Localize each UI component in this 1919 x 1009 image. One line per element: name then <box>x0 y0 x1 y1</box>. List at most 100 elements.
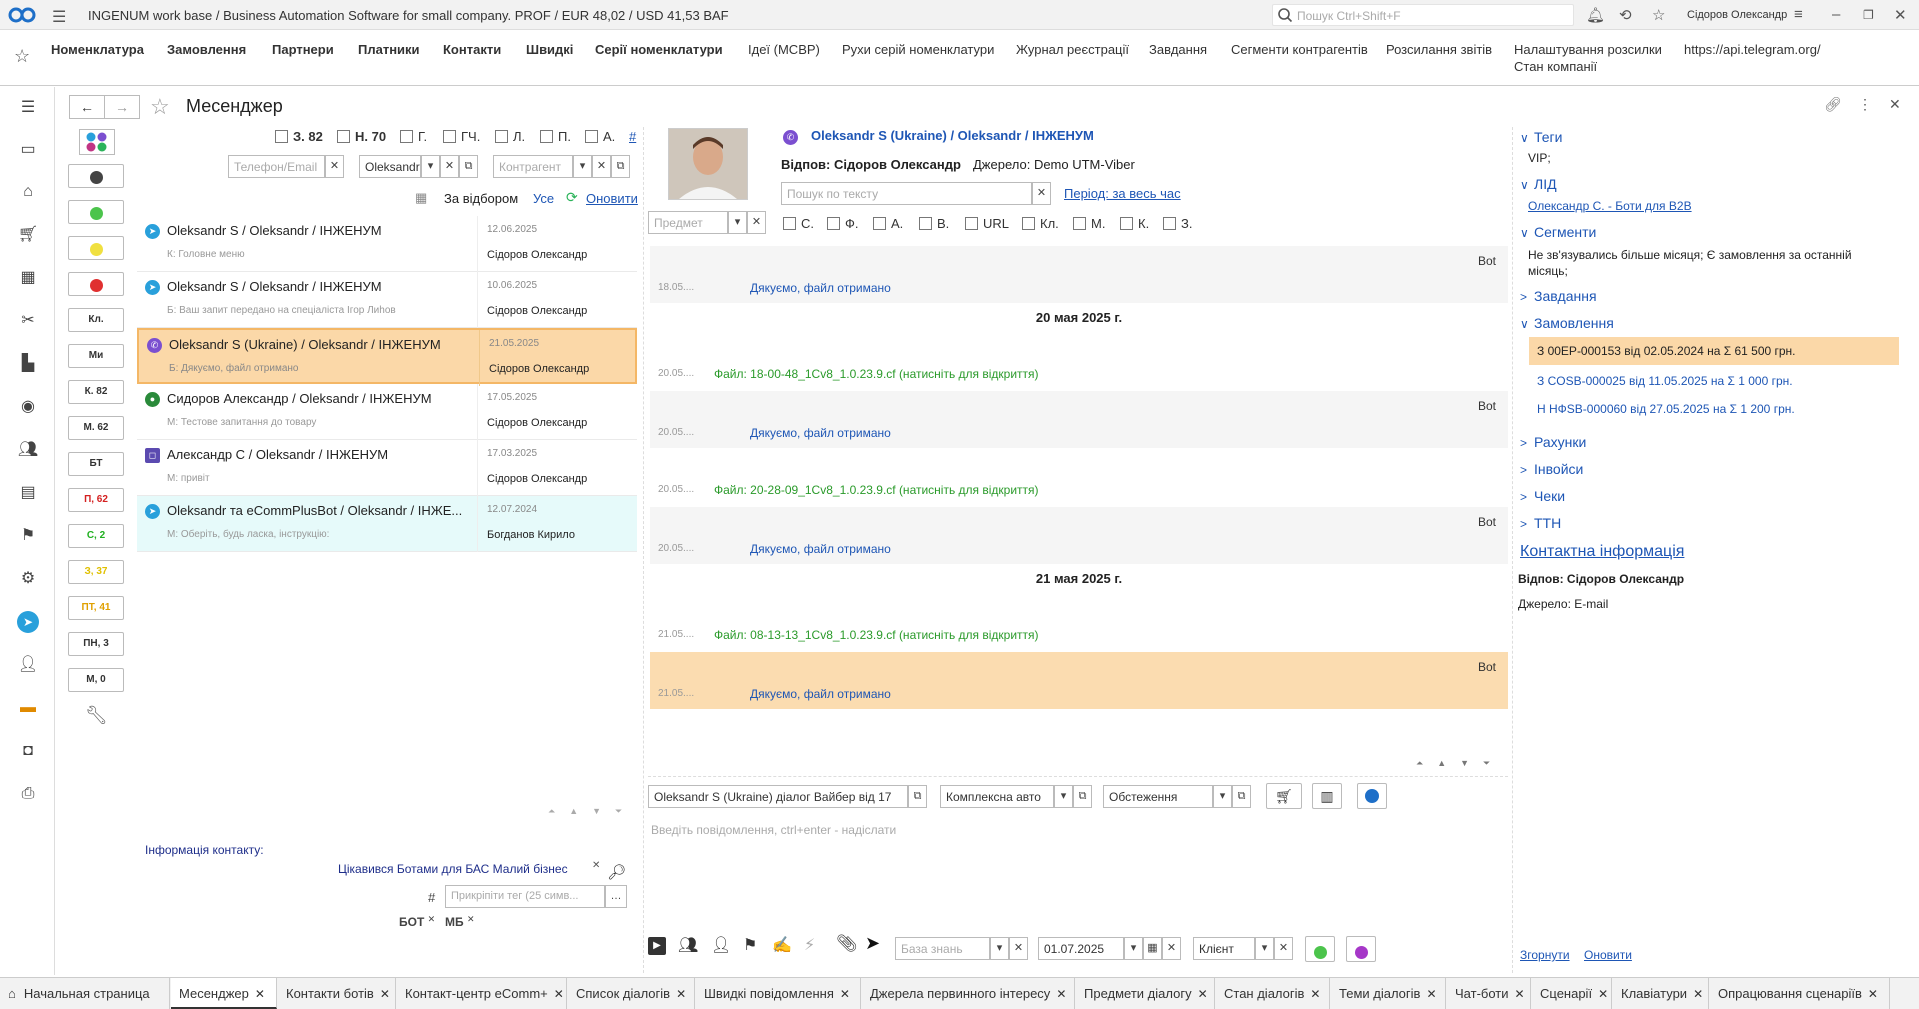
order-row-selected[interactable]: З 00ЕР-000153 від 02.05.2024 на Σ 61 500… <box>1529 337 1899 365</box>
chat-checkbox[interactable]: В. <box>919 216 949 231</box>
chat-checkbox[interactable]: С. <box>783 216 814 231</box>
checkbox-filter[interactable]: Н. 70 <box>337 129 386 144</box>
chat-message-file[interactable]: 20.05.... Файл: 20-28-09_1Cv8_1.0.23.9.c… <box>650 472 1508 507</box>
file-link[interactable]: Файл: 08-13-13_1Cv8_1.0.23.9.cf (натисні… <box>714 628 1039 642</box>
remove-tag-icon[interactable]: ✕ <box>428 914 436 924</box>
columns-button[interactable]: ▥ <box>1312 783 1342 809</box>
main-menu-icon[interactable]: ☰ <box>17 97 39 119</box>
all-link[interactable]: Усе <box>533 191 554 206</box>
nav-item[interactable]: Платники <box>358 42 420 57</box>
manager-dropdown-button[interactable]: ▾ <box>421 155 440 178</box>
basket-icon[interactable]: ⌂ <box>17 181 39 203</box>
tag-input[interactable]: Прикріпіти тег (25 симв... <box>445 885 605 908</box>
checkbox-filter[interactable]: Л. <box>495 129 525 144</box>
receipts-section-header[interactable]: > Чеки <box>1520 488 1565 504</box>
more-icon[interactable]: ⋮ <box>1858 96 1872 113</box>
message-input[interactable]: Введіть повідомлення, ctrl+enter - надіс… <box>651 823 896 837</box>
forward-button[interactable]: → <box>104 95 140 119</box>
tab[interactable]: Швидкі повідомлення ✕ <box>696 978 861 1009</box>
nav-item[interactable]: Журнал реєстрації <box>1016 42 1129 57</box>
remove-tag-icon[interactable]: ✕ <box>467 914 475 924</box>
order-link[interactable]: З COSB-000025 від 11.05.2025 на Σ 1 000 … <box>1537 374 1793 388</box>
clear-kb-button[interactable]: ✕ <box>1009 937 1028 960</box>
chat-message-file[interactable]: 20.05.... Файл: 18-00-48_1Cv8_1.0.23.9.c… <box>650 356 1508 391</box>
phone-email-input[interactable]: Телефон/Email <box>228 155 325 178</box>
tab[interactable]: Предмети діалогу ✕ <box>1076 978 1215 1009</box>
dialog-row[interactable]: ➤ Oleksandr S / Oleksandr / ІНЖЕНУМ К: Г… <box>137 216 637 272</box>
filter-button[interactable]: П, 62 <box>68 488 124 512</box>
filter-button[interactable]: БТ <box>68 452 124 476</box>
by-selection-label[interactable]: За відбором <box>444 191 518 206</box>
status-filter-button[interactable] <box>68 272 124 296</box>
viber-status-button[interactable] <box>1346 936 1376 962</box>
tools-icon[interactable]: ✂ <box>17 310 39 332</box>
cart-button[interactable]: 🛒︎ <box>1266 783 1302 809</box>
tab[interactable]: Джерела первинного інтересу ✕ <box>862 978 1075 1009</box>
tab-home[interactable]: ⌂ Начальная страница <box>0 978 170 1009</box>
dialog-row[interactable]: ● Сидоров Александр / Oleksandr / ІНЖЕНУ… <box>137 384 637 440</box>
clear-role-button[interactable]: ✕ <box>1274 937 1293 960</box>
open-dialog-button[interactable]: ⧉ <box>908 785 927 808</box>
nav-item[interactable]: Стан компанії <box>1514 59 1597 74</box>
filter-button[interactable]: С, 2 <box>68 524 124 548</box>
signature-icon[interactable]: ✍ <box>772 935 792 955</box>
menu-icon[interactable]: ☰ <box>52 7 66 27</box>
knowledge-base-input[interactable]: База знань <box>895 937 990 960</box>
chat-checkbox[interactable]: URL <box>965 216 1009 231</box>
filter-button[interactable]: К. 82 <box>68 380 124 404</box>
tab[interactable]: Список діалогів ✕ <box>568 978 695 1009</box>
close-tab-icon[interactable]: ✕ <box>1426 987 1436 1001</box>
flag-icon[interactable]: ⚑ <box>17 525 39 547</box>
service-dropdown-button[interactable]: ▾ <box>1213 785 1232 808</box>
nav-item[interactable]: Замовлення <box>167 42 246 57</box>
close-tab-icon[interactable]: ✕ <box>1515 987 1525 1001</box>
nav-item[interactable]: Контакти <box>443 42 501 57</box>
hash-filter-link[interactable]: # <box>629 129 636 144</box>
image-icon[interactable]: ▬ <box>17 697 39 719</box>
tab[interactable]: Опрацювання сценаріїв ✕ <box>1710 978 1890 1009</box>
clear-phone-button[interactable]: ✕ <box>325 155 344 178</box>
filter-button[interactable]: ПТ, 41 <box>68 596 124 620</box>
dialog-row[interactable]: ➤ Oleksandr та eCommPlusBot / Oleksandr … <box>137 496 637 552</box>
kb-dropdown-button[interactable]: ▾ <box>990 937 1009 960</box>
list-scroll-controls[interactable]: ⏶▲▼⏷ <box>548 806 636 817</box>
close-tab-icon[interactable]: ✕ <box>1198 987 1208 1001</box>
filter-button[interactable]: М. 62 <box>68 416 124 440</box>
calendar-button[interactable]: ▦ <box>1143 937 1162 960</box>
refresh-link[interactable]: Оновити <box>586 191 638 206</box>
status-filter-button[interactable] <box>68 236 124 260</box>
checkbox-filter[interactable]: Г. <box>400 129 427 144</box>
nav-item[interactable]: Ідеї (МСВР) <box>748 42 820 57</box>
filter-button[interactable]: Кл. <box>68 308 124 332</box>
restore-icon[interactable]: ❐ <box>1863 8 1874 22</box>
tag-select-button[interactable]: … <box>605 885 627 908</box>
green-status-button[interactable] <box>1305 936 1335 962</box>
add-user-icon[interactable]: 👤︎ <box>711 935 731 955</box>
chat-checkbox[interactable]: К. <box>1120 216 1149 231</box>
users-icon[interactable]: 👥︎ <box>17 439 39 461</box>
ttn-section-header[interactable]: > ТТН <box>1520 515 1561 531</box>
nav-item[interactable]: Серії номенклатури <box>595 42 723 57</box>
tab[interactable]: Стан діалогів ✕ <box>1216 978 1330 1009</box>
dialog-row[interactable]: ◻ Александр С / Oleksandr / ІНЖЕНУМ М: п… <box>137 440 637 496</box>
close-tab-icon[interactable]: ✕ <box>676 987 686 1001</box>
close-tab-icon[interactable]: ✕ <box>255 987 265 1001</box>
tab[interactable]: Сценарії ✕ <box>1532 978 1612 1009</box>
checkbox-filter[interactable]: З. 82 <box>275 129 323 144</box>
close-tab-icon[interactable]: ✕ <box>554 987 564 1001</box>
orders-section-header[interactable]: ∨ Замовлення <box>1520 315 1614 331</box>
close-tab-icon[interactable]: ✕ <box>840 987 850 1001</box>
close-tab-icon[interactable]: ✕ <box>1868 987 1878 1001</box>
role-input[interactable]: Клієнт <box>1193 937 1255 960</box>
calendar-icon[interactable]: ▦ <box>415 190 427 206</box>
tab[interactable]: Контакти ботів ✕ <box>278 978 396 1009</box>
minimize-icon[interactable]: – <box>1832 6 1840 23</box>
segments-section-header[interactable]: ∨ Сегменти <box>1520 224 1596 240</box>
chat-message-file[interactable]: 21.05.... Файл: 08-13-13_1Cv8_1.0.23.9.c… <box>650 617 1508 652</box>
chat-checkbox[interactable]: Ф. <box>827 216 859 231</box>
open-service-button[interactable]: ⧉ <box>1232 785 1251 808</box>
paperclip-icon[interactable]: 📎︎ <box>836 934 858 954</box>
lead-link[interactable]: Олександр С. - Боти для В2В <box>1528 199 1692 213</box>
user-name[interactable]: Сідоров Олександр <box>1687 9 1787 21</box>
filter-button[interactable]: Ми <box>68 344 124 368</box>
